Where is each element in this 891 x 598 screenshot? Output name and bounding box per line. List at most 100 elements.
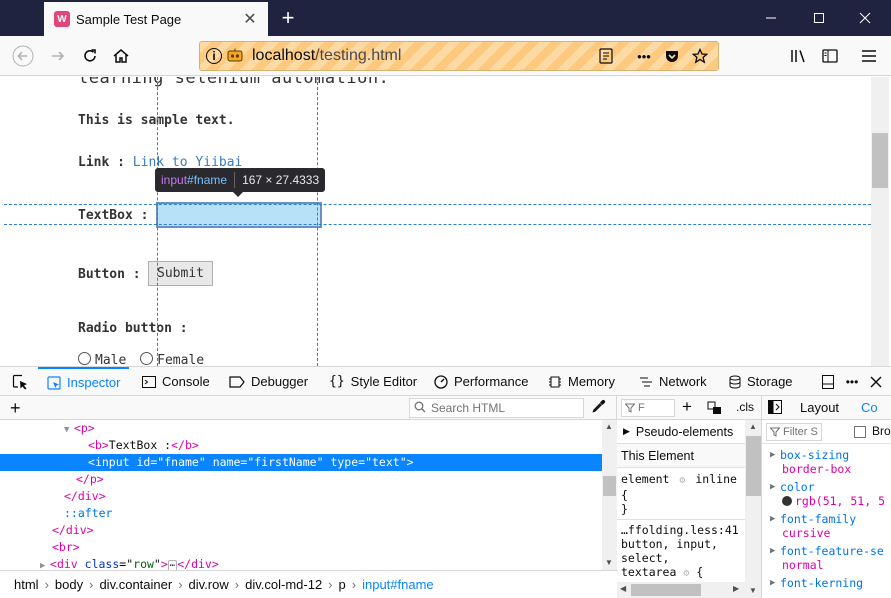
breadcrumb-item[interactable]: div.container: [99, 577, 172, 592]
tab-performance[interactable]: Performance: [434, 367, 528, 396]
add-rule-icon[interactable]: +: [682, 397, 692, 417]
tree-row-selected[interactable]: <input id="fname" name="firstName" type=…: [0, 454, 602, 471]
tab-close-icon[interactable]: ✕: [242, 9, 258, 29]
tab-debugger[interactable]: Debugger: [229, 367, 308, 396]
tab-bar: W Sample Test Page ✕ +: [0, 0, 891, 36]
element-rule[interactable]: element ⚙ inline: [617, 472, 745, 488]
library-icon[interactable]: [785, 42, 813, 70]
page-actions-icon[interactable]: •••: [632, 49, 656, 64]
tree-row[interactable]: <b>TextBox :</b>: [0, 437, 602, 454]
computed-property[interactable]: ▶ box-sizing border-box: [762, 448, 891, 476]
tree-tag-name: input: [94, 455, 130, 469]
rules-filter-input[interactable]: F: [621, 399, 675, 417]
tab-storage-label: Storage: [747, 374, 793, 389]
computed-filter-input[interactable]: Filter S: [766, 423, 822, 441]
address-bar[interactable]: i localhost/testing.html •••: [199, 41, 719, 71]
devtools-close-icon[interactable]: [866, 367, 886, 396]
rule-open-brace: {: [621, 488, 628, 502]
tab-layout[interactable]: Layout: [800, 400, 839, 415]
remote-control-robot-icon[interactable]: [226, 48, 244, 64]
tree-row[interactable]: </div>: [0, 488, 602, 505]
tab-storage[interactable]: Storage: [729, 367, 793, 396]
rules-scrollbar[interactable]: ▲ ▼: [745, 420, 761, 598]
tab-memory[interactable]: Memory: [548, 367, 615, 396]
tab-style-editor[interactable]: {} Style Editor: [329, 367, 417, 396]
tree-pseudo: ::after: [64, 506, 113, 520]
property-value: normal: [782, 558, 824, 572]
element-picker-icon[interactable]: [8, 367, 32, 396]
menu-icon[interactable]: [855, 42, 883, 70]
filter-icon: [770, 427, 780, 437]
tree-row[interactable]: ▶ <div class="row"> ⋯ </div>: [0, 556, 602, 570]
rules-hscrollbar[interactable]: ◀ ▶: [617, 582, 745, 598]
browser-styles-checkbox[interactable]: [854, 426, 866, 438]
maximize-icon[interactable]: [812, 11, 826, 25]
computed-property[interactable]: ▶ font-feature-se normal: [762, 544, 891, 572]
reader-view-icon[interactable]: [594, 48, 618, 64]
page-scrollbar[interactable]: [871, 77, 889, 366]
tree-row[interactable]: <br>: [0, 539, 602, 556]
computed-property[interactable]: ▶ font-kerning: [762, 576, 891, 590]
sidebar-tabs: Layout Co: [762, 396, 891, 420]
minimize-icon[interactable]: [764, 11, 778, 25]
breadcrumb-item-current[interactable]: input#fname: [362, 577, 434, 592]
add-node-icon[interactable]: +: [10, 398, 21, 419]
home-icon[interactable]: [107, 42, 135, 70]
breadcrumb-item[interactable]: html: [14, 577, 39, 592]
tab-network[interactable]: Network: [639, 367, 707, 396]
back-icon[interactable]: [9, 42, 37, 70]
markup-scrollbar[interactable]: ▲ ▼: [602, 420, 617, 570]
cls-button[interactable]: .cls: [736, 400, 754, 414]
rule-close-brace: }: [621, 502, 628, 516]
computed-property[interactable]: ▶ font-family cursive: [762, 512, 891, 540]
bookmark-star-icon[interactable]: [688, 48, 712, 64]
tree-row[interactable]: ▼ <p>: [0, 420, 602, 437]
pseudo-elements-toggle[interactable]: ▶ Pseudo-elements: [617, 420, 745, 444]
toggle-pseudo-classes-icon[interactable]: [707, 401, 723, 418]
expand-twisty-icon[interactable]: ▶: [40, 558, 50, 570]
reload-icon[interactable]: [76, 42, 104, 70]
tree-row[interactable]: ::after: [0, 505, 602, 522]
textbox-label: TextBox :: [78, 208, 149, 223]
color-swatch[interactable]: [782, 496, 792, 506]
tree-row[interactable]: </div>: [0, 522, 602, 539]
window-close-icon[interactable]: [858, 11, 872, 25]
pocket-icon[interactable]: [660, 48, 684, 64]
tab-style-editor-label: Style Editor: [350, 374, 418, 389]
sidebar-icon[interactable]: [816, 42, 844, 70]
tree-attr: id: [136, 455, 151, 469]
eyedropper-icon[interactable]: [592, 399, 606, 416]
devtools-more-icon[interactable]: •••: [842, 367, 862, 396]
highlighter-guide-right: [317, 77, 318, 366]
site-info-icon[interactable]: i: [206, 48, 222, 64]
female-radio[interactable]: [140, 352, 154, 365]
forward-icon[interactable]: [44, 42, 72, 70]
computed-filter-placeholder: Filter S: [783, 426, 818, 438]
tab-console[interactable]: Console: [142, 367, 210, 396]
breadcrumb-item[interactable]: body: [55, 577, 83, 592]
ellipsis-icon[interactable]: ⋯: [167, 560, 178, 570]
computed-property[interactable]: ▶ color rgb(51, 51, 5: [762, 480, 891, 508]
browser-tab[interactable]: W Sample Test Page ✕: [44, 2, 268, 36]
toggle-sidebar-icon[interactable]: [768, 400, 782, 417]
rules-toolbar: F + .cls: [617, 396, 761, 420]
new-tab-icon[interactable]: +: [276, 6, 300, 30]
breadcrumb-item[interactable]: div.row: [189, 577, 229, 592]
breadcrumb-item[interactable]: p: [339, 577, 346, 592]
tree-row[interactable]: </p>: [0, 471, 602, 488]
breadcrumb-item[interactable]: div.col-md-12: [245, 577, 322, 592]
memory-icon: [548, 375, 562, 389]
navigation-toolbar: i localhost/testing.html •••: [0, 36, 891, 76]
url-text[interactable]: localhost/testing.html: [252, 47, 590, 65]
style-editor-icon: {}: [329, 374, 345, 389]
devtools-toolbar: Inspector Console Debugger {} Style Edit…: [0, 366, 891, 396]
rule-source[interactable]: inline: [695, 472, 737, 486]
tab-inspector[interactable]: Inspector: [38, 367, 130, 396]
search-html-input[interactable]: Search HTML: [409, 398, 584, 418]
rule-selector-last: textarea ⚙ {: [621, 565, 704, 579]
infobar-dimensions: 167 × 27.4333: [242, 173, 320, 187]
rule-source-link[interactable]: …ffolding.less:41: [617, 523, 745, 537]
dock-side-icon[interactable]: [818, 367, 838, 396]
male-radio[interactable]: [78, 352, 91, 365]
tab-computed[interactable]: Co: [861, 400, 878, 415]
